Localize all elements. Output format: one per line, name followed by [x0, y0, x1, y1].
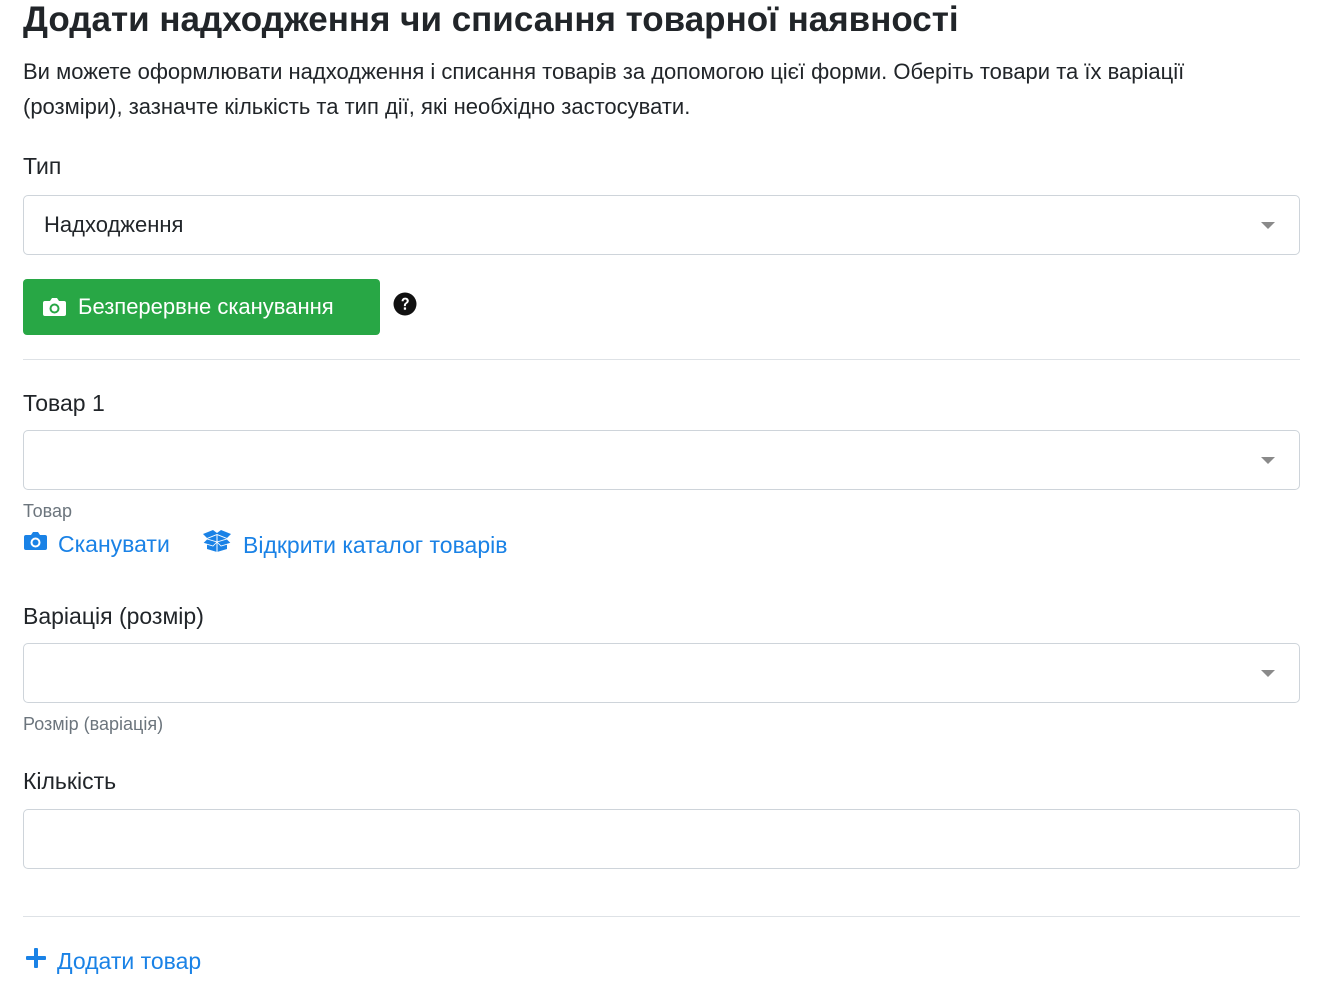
add-product-link[interactable]: Додати товар — [25, 946, 201, 976]
quantity-label: Кількість — [23, 768, 117, 794]
chevron-down-icon — [1261, 670, 1275, 677]
section-divider — [23, 359, 1300, 360]
page-description: Ви можете оформлювати надходження і спис… — [23, 59, 1185, 119]
type-select-value: Надходження — [44, 212, 184, 237]
add-product-link-label: Додати товар — [57, 948, 202, 974]
box-open-icon — [201, 529, 233, 560]
product-select[interactable] — [23, 430, 1300, 490]
plus-icon — [25, 946, 47, 976]
variation-select[interactable] — [23, 643, 1300, 703]
scan-product-link[interactable]: Сканувати — [23, 529, 170, 559]
open-catalog-link[interactable]: Відкрити каталог товарів — [201, 529, 507, 560]
type-select[interactable]: Надходження — [23, 195, 1300, 255]
product-label: Товар 1 — [23, 390, 105, 416]
variation-help-text: Розмір (варіація) — [23, 714, 164, 734]
chevron-down-icon — [1261, 222, 1275, 229]
continuous-scan-label: Безперервне сканування — [78, 294, 334, 319]
open-catalog-link-label: Відкрити каталог товарів — [243, 531, 508, 558]
page-title: Додати надходження чи списання товарної … — [23, 0, 959, 39]
scan-product-link-label: Сканувати — [58, 531, 170, 557]
continuous-scan-button[interactable]: Безперервне сканування — [23, 279, 380, 335]
type-label: Тип — [23, 153, 62, 179]
chevron-down-icon — [1261, 457, 1275, 464]
question-circle-icon[interactable] — [393, 292, 417, 316]
quantity-input[interactable] — [23, 809, 1300, 869]
section-divider — [23, 916, 1300, 917]
camera-icon — [23, 529, 48, 559]
camera-icon — [42, 296, 67, 318]
product-help-text: Товар — [23, 501, 72, 521]
variation-label: Варіація (розмір) — [23, 603, 204, 629]
